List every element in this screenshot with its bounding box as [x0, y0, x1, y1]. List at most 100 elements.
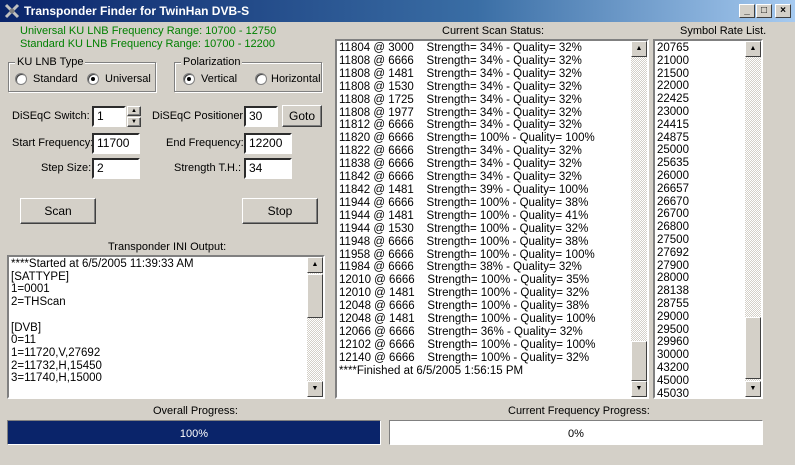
radio-horizontal-label[interactable]: Horizontal: [271, 73, 321, 85]
symbol-rate-item[interactable]: 20765: [657, 42, 689, 55]
scan-status-line[interactable]: 11804 @ 3000 Strength= 34% - Quality= 32…: [339, 42, 596, 55]
scan-status-line[interactable]: 12048 @ 1481 Strength= 100% - Quality= 1…: [339, 313, 596, 326]
ini-line[interactable]: 1=11720,V,27692: [11, 347, 194, 360]
radio-standard-label[interactable]: Standard: [33, 73, 78, 85]
spinner-down-icon[interactable]: ▼: [127, 117, 141, 127]
step-size-input[interactable]: 2: [92, 158, 140, 179]
radio-standard[interactable]: [15, 73, 27, 85]
symbol-rate-scrollbar[interactable]: ▲ ▼: [745, 41, 761, 397]
scan-status-line[interactable]: 11808 @ 1530 Strength= 34% - Quality= 32…: [339, 81, 596, 94]
symbol-rate-item[interactable]: 27692: [657, 247, 689, 260]
radio-universal-label[interactable]: Universal: [105, 73, 151, 85]
title-bar[interactable]: Transponder Finder for TwinHan DVB-S _ □…: [0, 0, 795, 22]
symbol-rate-item[interactable]: 21500: [657, 68, 689, 81]
scroll-thumb[interactable]: [307, 274, 323, 318]
symbol-rate-item[interactable]: 26670: [657, 196, 689, 209]
scan-status-line[interactable]: 11948 @ 6666 Strength= 100% - Quality= 3…: [339, 236, 596, 249]
scan-status-line[interactable]: 12048 @ 6666 Strength= 100% - Quality= 3…: [339, 300, 596, 313]
symbol-rate-item[interactable]: 25635: [657, 157, 689, 170]
scan-status-line[interactable]: 11808 @ 1481 Strength= 34% - Quality= 32…: [339, 68, 596, 81]
ini-line[interactable]: 3=11740,H,15000: [11, 372, 194, 385]
scroll-up-icon[interactable]: ▲: [307, 257, 323, 273]
scan-status-line[interactable]: 11842 @ 6666 Strength= 34% - Quality= 32…: [339, 171, 596, 184]
symbol-rate-item[interactable]: 30000: [657, 349, 689, 362]
scan-status-line[interactable]: 11944 @ 1481 Strength= 100% - Quality= 4…: [339, 210, 596, 223]
symbol-rate-item[interactable]: 29000: [657, 311, 689, 324]
scroll-down-icon[interactable]: ▼: [307, 381, 323, 397]
symbol-rate-item[interactable]: 26700: [657, 208, 689, 221]
scan-status-line[interactable]: 11838 @ 6666 Strength= 34% - Quality= 32…: [339, 158, 596, 171]
symbol-rate-item[interactable]: 28000: [657, 272, 689, 285]
symbol-rate-item[interactable]: 22425: [657, 93, 689, 106]
symbol-rate-item[interactable]: 23000: [657, 106, 689, 119]
scan-status-line[interactable]: ****Finished at 6/5/2005 1:56:15 PM: [339, 365, 596, 378]
scroll-thumb[interactable]: [631, 341, 647, 381]
scroll-up-icon[interactable]: ▲: [745, 41, 761, 57]
scan-status-line[interactable]: 11808 @ 6666 Strength= 34% - Quality= 32…: [339, 55, 596, 68]
diseqc-positioner-input[interactable]: 30: [244, 106, 278, 127]
scroll-down-icon[interactable]: ▼: [631, 381, 647, 397]
ini-line[interactable]: 2=THScan: [11, 296, 194, 309]
symbol-rate-item[interactable]: 21000: [657, 55, 689, 68]
scan-status-line[interactable]: 11944 @ 1530 Strength= 100% - Quality= 3…: [339, 223, 596, 236]
strength-th-input[interactable]: 34: [244, 158, 292, 179]
scroll-down-icon[interactable]: ▼: [745, 381, 761, 397]
scan-status-line[interactable]: 11808 @ 1725 Strength= 34% - Quality= 32…: [339, 94, 596, 107]
scan-status-line[interactable]: 11822 @ 6666 Strength= 34% - Quality= 32…: [339, 145, 596, 158]
symbol-rate-item[interactable]: 26800: [657, 221, 689, 234]
ini-scrollbar[interactable]: ▲ ▼: [307, 257, 323, 397]
symbol-rate-item[interactable]: 27900: [657, 260, 689, 273]
symbol-rate-item[interactable]: 28138: [657, 285, 689, 298]
ini-line[interactable]: [DVB]: [11, 322, 194, 335]
scan-status-list[interactable]: 11804 @ 3000 Strength= 34% - Quality= 32…: [335, 39, 649, 399]
stop-button[interactable]: Stop: [242, 198, 318, 224]
goto-button[interactable]: Goto: [282, 105, 322, 127]
symbol-rate-item[interactable]: 45000: [657, 375, 689, 388]
scan-status-line[interactable]: 11820 @ 6666 Strength= 100% - Quality= 1…: [339, 132, 596, 145]
ini-line[interactable]: 2=11732,H,15450: [11, 360, 194, 373]
scroll-up-icon[interactable]: ▲: [631, 41, 647, 57]
scan-status-line[interactable]: 12010 @ 1481 Strength= 100% - Quality= 3…: [339, 287, 596, 300]
diseqc-switch-spinner[interactable]: ▲ ▼: [127, 106, 141, 127]
scroll-thumb[interactable]: [745, 317, 761, 379]
symbol-rate-item[interactable]: 29500: [657, 324, 689, 337]
scan-status-line[interactable]: 11812 @ 6666 Strength= 34% - Quality= 32…: [339, 119, 596, 132]
scan-status-line[interactable]: 11944 @ 6666 Strength= 100% - Quality= 3…: [339, 197, 596, 210]
symbol-rate-item[interactable]: 25000: [657, 144, 689, 157]
scan-status-line[interactable]: 11958 @ 6666 Strength= 100% - Quality= 1…: [339, 249, 596, 262]
symbol-rate-item[interactable]: 28755: [657, 298, 689, 311]
symbol-rate-item[interactable]: 45030: [657, 388, 689, 397]
ini-line[interactable]: ****Started at 6/5/2005 11:39:33 AM: [11, 258, 194, 271]
symbol-rate-item[interactable]: 22000: [657, 80, 689, 93]
scan-status-line[interactable]: 11984 @ 6666 Strength= 38% - Quality= 32…: [339, 261, 596, 274]
radio-vertical[interactable]: [183, 73, 195, 85]
scan-status-line[interactable]: 12102 @ 6666 Strength= 100% - Quality= 1…: [339, 339, 596, 352]
spinner-up-icon[interactable]: ▲: [127, 106, 141, 116]
start-frequency-input[interactable]: 11700: [92, 133, 140, 154]
symbol-rate-item[interactable]: 29960: [657, 336, 689, 349]
scan-status-line[interactable]: 12010 @ 6666 Strength= 100% - Quality= 3…: [339, 274, 596, 287]
symbol-rate-item[interactable]: 26657: [657, 183, 689, 196]
scan-status-line[interactable]: 12140 @ 6666 Strength= 100% - Quality= 3…: [339, 352, 596, 365]
symbol-rate-item[interactable]: 24875: [657, 132, 689, 145]
symbol-rate-list[interactable]: 20765 21000 21500 22000 22425 23000 24415 24875…: [653, 39, 763, 399]
symbol-rate-item[interactable]: 43200: [657, 362, 689, 375]
close-button[interactable]: ×: [775, 4, 791, 18]
minimize-button[interactable]: _: [739, 4, 755, 18]
ini-line[interactable]: [SATTYPE]: [11, 271, 194, 284]
symbol-rate-item[interactable]: 27500: [657, 234, 689, 247]
scan-status-line[interactable]: 12066 @ 6666 Strength= 36% - Quality= 32…: [339, 326, 596, 339]
symbol-rate-item[interactable]: 24415: [657, 119, 689, 132]
radio-horizontal[interactable]: [255, 73, 267, 85]
scan-status-line[interactable]: 11842 @ 1481 Strength= 39% - Quality= 10…: [339, 184, 596, 197]
ini-output-textarea[interactable]: ****Started at 6/5/2005 11:39:33 AM [SATT…: [7, 255, 325, 399]
scan-status-line[interactable]: 11808 @ 1977 Strength= 34% - Quality= 32…: [339, 107, 596, 120]
scan-button[interactable]: Scan: [20, 198, 96, 224]
symbol-rate-item[interactable]: 26000: [657, 170, 689, 183]
ini-line[interactable]: 0=11: [11, 334, 194, 347]
scan-status-scrollbar[interactable]: ▲ ▼: [631, 41, 647, 397]
end-frequency-input[interactable]: 12200: [244, 133, 292, 154]
diseqc-switch-input[interactable]: 1: [92, 106, 126, 127]
ini-line[interactable]: [11, 309, 194, 322]
ini-line[interactable]: 1=0001: [11, 283, 194, 296]
